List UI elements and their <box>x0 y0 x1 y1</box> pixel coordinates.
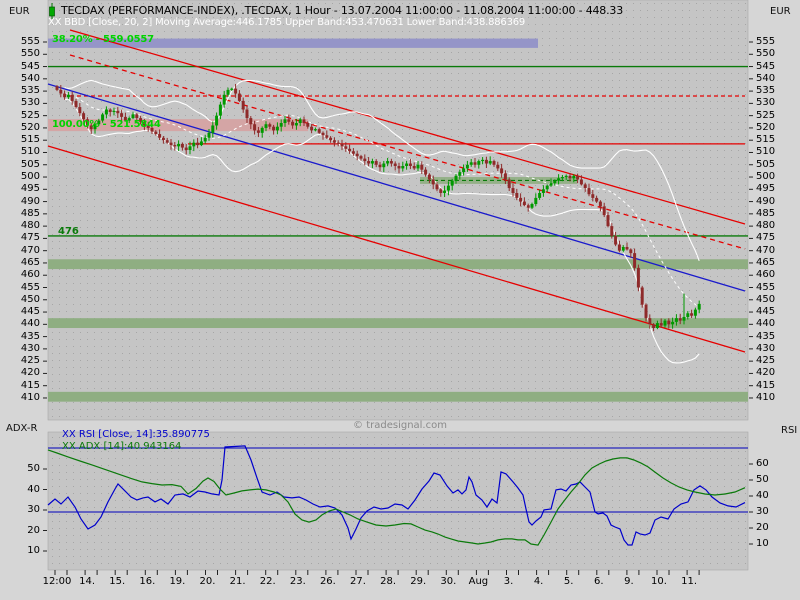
adx-tick-label: 50 <box>4 464 40 474</box>
fib-level-38-label[interactable]: 38.20% - 559.0557 <box>52 34 154 45</box>
price-tick-label: 490 <box>4 197 40 207</box>
price-tick-label: 465 <box>756 258 775 268</box>
price-tick-label: 495 <box>756 184 775 194</box>
price-tick-label: 475 <box>756 233 775 243</box>
support-level-label[interactable]: 476 <box>58 226 79 237</box>
price-tick-label: 440 <box>4 319 40 329</box>
price-tick-label: 465 <box>4 258 40 268</box>
price-tick-label: 445 <box>756 307 775 317</box>
price-tick-label: 430 <box>4 344 40 354</box>
price-tick-label: 500 <box>756 172 775 182</box>
chart-title[interactable]: TECDAX (PERFORMANCE-INDEX), .TECDAX, 1 H… <box>61 4 623 17</box>
bollinger-legend[interactable]: XX BBD [Close, 20, 2] Moving Average:446… <box>48 17 525 28</box>
price-tick-label: 450 <box>756 295 775 305</box>
time-tick-label: 11. <box>671 577 707 587</box>
price-tick-label: 475 <box>4 233 40 243</box>
price-tick-label: 540 <box>756 74 775 84</box>
adx-tick-label: 30 <box>4 505 40 515</box>
price-tick-label: 540 <box>4 74 40 84</box>
price-tick-label: 480 <box>4 221 40 231</box>
price-tick-label: 470 <box>4 246 40 256</box>
rsi-tick-label: 30 <box>756 507 769 517</box>
price-tick-label: 500 <box>4 172 40 182</box>
rsi-tick-label: 10 <box>756 539 769 549</box>
price-tick-label: 545 <box>4 62 40 72</box>
price-tick-label: 485 <box>756 209 775 219</box>
price-tick-label: 505 <box>4 160 40 170</box>
adx-tick-label: 40 <box>4 485 40 495</box>
rsi-legend[interactable]: XX RSI [Close, 14]:35.890775 <box>62 429 210 440</box>
price-tick-label: 435 <box>756 332 775 342</box>
price-tick-label: 545 <box>756 62 775 72</box>
rsi-tick-label: 50 <box>756 475 769 485</box>
price-tick-label: 420 <box>756 368 775 378</box>
price-tick-label: 530 <box>4 98 40 108</box>
price-axis-unit-left: EUR <box>9 7 30 17</box>
tradesignal-watermark: © tradesignal.com <box>320 420 480 431</box>
indicator-axis-label-left: ADX-R <box>6 424 37 434</box>
price-tick-label: 460 <box>756 270 775 280</box>
chart-window: EUR EUR ADX-R RSI TECDAX (PERFORMANCE-IN… <box>0 0 800 600</box>
price-tick-label: 455 <box>756 283 775 293</box>
price-tick-label: 445 <box>4 307 40 317</box>
price-tick-label: 485 <box>4 209 40 219</box>
price-tick-label: 470 <box>756 246 775 256</box>
price-tick-label: 425 <box>756 356 775 366</box>
adx-legend[interactable]: XX ADX [14]:40.943164 <box>62 441 181 452</box>
price-tick-label: 425 <box>4 356 40 366</box>
price-tick-label: 415 <box>756 381 775 391</box>
price-tick-label: 480 <box>756 221 775 231</box>
rsi-tick-label: 20 <box>756 523 769 533</box>
price-tick-label: 515 <box>756 135 775 145</box>
price-tick-label: 410 <box>756 393 775 403</box>
price-tick-label: 435 <box>4 332 40 342</box>
price-tick-label: 515 <box>4 135 40 145</box>
adx-tick-label: 10 <box>4 546 40 556</box>
price-tick-label: 550 <box>4 49 40 59</box>
fib-level-100-label[interactable]: 100.00% - 521.5844 <box>52 119 161 130</box>
price-tick-label: 460 <box>4 270 40 280</box>
price-tick-label: 530 <box>756 98 775 108</box>
price-tick-label: 550 <box>756 49 775 59</box>
price-tick-label: 410 <box>4 393 40 403</box>
price-tick-label: 525 <box>4 111 40 121</box>
price-tick-label: 505 <box>756 160 775 170</box>
price-tick-label: 415 <box>4 381 40 391</box>
adx-tick-label: 20 <box>4 526 40 536</box>
chart-canvas[interactable] <box>0 0 800 600</box>
price-tick-label: 455 <box>4 283 40 293</box>
price-tick-label: 520 <box>4 123 40 133</box>
price-tick-label: 490 <box>756 197 775 207</box>
price-axis-unit-right: EUR <box>770 7 791 17</box>
rsi-tick-label: 60 <box>756 459 769 469</box>
price-tick-label: 495 <box>4 184 40 194</box>
price-tick-label: 535 <box>4 86 40 96</box>
price-tick-label: 555 <box>4 37 40 47</box>
price-tick-label: 510 <box>4 147 40 157</box>
price-tick-label: 450 <box>4 295 40 305</box>
price-tick-label: 535 <box>756 86 775 96</box>
rsi-tick-label: 40 <box>756 491 769 501</box>
price-tick-label: 420 <box>4 368 40 378</box>
plot-backgrounds[interactable] <box>48 0 748 570</box>
price-tick-label: 510 <box>756 147 775 157</box>
price-tick-label: 440 <box>756 319 775 329</box>
indicator-axis-label-right: RSI <box>781 426 797 436</box>
price-tick-label: 555 <box>756 37 775 47</box>
price-tick-label: 430 <box>756 344 775 354</box>
price-tick-label: 520 <box>756 123 775 133</box>
price-tick-label: 525 <box>756 111 775 121</box>
